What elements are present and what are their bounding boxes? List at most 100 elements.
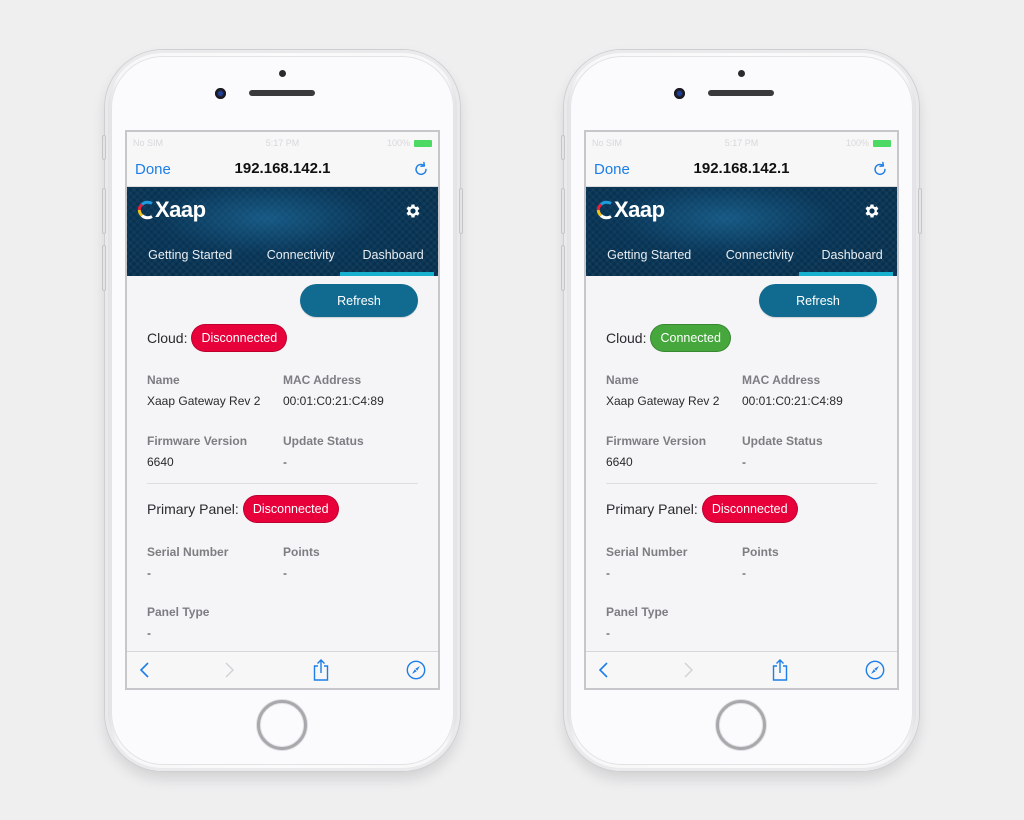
cloud-status-badge: Disconnected (191, 324, 288, 352)
battery-icon (873, 139, 891, 147)
gear-icon[interactable] (404, 202, 422, 220)
refresh-button[interactable]: Refresh (759, 284, 877, 317)
app-header: Xaap Getting Started Connectivity Dashbo… (127, 187, 438, 276)
done-button[interactable]: Done (135, 161, 171, 178)
status-bar: No SIM 5:17 PM 100% (586, 132, 897, 154)
home-button[interactable] (257, 700, 307, 750)
earpiece-speaker (249, 90, 315, 96)
chevron-right-icon[interactable] (678, 660, 698, 680)
carrier-label: No SIM (592, 138, 623, 148)
primary-panel-status-row: Primary Panel: Disconnected (147, 495, 339, 523)
serial-number-field: Serial Number - (606, 545, 687, 580)
field-label: Points (742, 545, 779, 559)
gateway-name-field: Name Xaap Gateway Rev 2 (147, 373, 260, 408)
field-value: - (742, 455, 746, 469)
reload-icon[interactable] (871, 160, 889, 178)
cloud-status-badge: Connected (650, 324, 731, 352)
field-value: 6640 (147, 455, 174, 469)
refresh-button[interactable]: Refresh (300, 284, 418, 317)
primary-panel-status-row: Primary Panel: Disconnected (606, 495, 798, 523)
update-status-field: Update Status - (283, 434, 364, 469)
field-label: Name (147, 373, 180, 387)
xaap-logo[interactable]: Xaap (594, 197, 665, 223)
dashboard-content: Refresh Cloud: Disconnected Name Xaap Ga… (127, 276, 438, 653)
tab-getting-started[interactable]: Getting Started (586, 240, 712, 276)
field-value: - (742, 566, 746, 580)
panel-type-field: Panel Type - (147, 605, 209, 640)
phone-screen: No SIM 5:17 PM 100% Done 192.168.142.1 X… (584, 130, 899, 690)
phone-mockup-right: No SIM 5:17 PM 100% Done 192.168.142.1 X… (561, 50, 922, 771)
primary-panel-status-badge: Disconnected (701, 495, 798, 523)
volume-down-button (102, 245, 106, 291)
section-divider (147, 483, 418, 484)
field-label: Firmware Version (147, 434, 248, 448)
chevron-left-icon[interactable] (135, 660, 155, 680)
gear-icon[interactable] (863, 202, 881, 220)
field-label: Update Status (742, 434, 823, 448)
tab-connectivity[interactable]: Connectivity (712, 240, 807, 276)
proximity-sensor (738, 70, 745, 77)
status-bar: No SIM 5:17 PM 100% (127, 132, 438, 154)
home-button[interactable] (716, 700, 766, 750)
volume-down-button (561, 245, 565, 291)
field-value: - (606, 626, 610, 640)
section-divider (606, 483, 877, 484)
battery-percent: 100% (845, 138, 869, 148)
battery-icon (414, 139, 432, 147)
compass-icon[interactable] (406, 660, 426, 680)
share-icon[interactable] (770, 658, 790, 682)
field-label: Serial Number (606, 545, 688, 559)
browser-nav-bar: Done 192.168.142.1 (127, 154, 438, 187)
field-label: MAC Address (742, 373, 821, 387)
front-camera (215, 88, 226, 99)
logo-text: Xaap (155, 197, 206, 222)
serial-number-field: Serial Number - (147, 545, 228, 580)
field-label: Firmware Version (606, 434, 707, 448)
app-tabs: Getting Started Connectivity Dashboard (586, 240, 897, 276)
field-value: Xaap Gateway Rev 2 (147, 394, 261, 408)
chevron-right-icon[interactable] (219, 660, 239, 680)
primary-panel-label: Primary Panel: (606, 501, 698, 517)
primary-panel-label: Primary Panel: (147, 501, 239, 517)
share-icon[interactable] (311, 658, 331, 682)
browser-toolbar (586, 651, 897, 688)
primary-panel-status-badge: Disconnected (242, 495, 339, 523)
field-label: Panel Type (606, 605, 669, 619)
url-label: 192.168.142.1 (234, 160, 331, 177)
power-button (459, 188, 463, 234)
points-field: Points - (283, 545, 320, 580)
firmware-version-field: Firmware Version 6640 (147, 434, 247, 469)
mac-address-field: MAC Address 00:01:C0:21:C4:89 (283, 373, 384, 408)
field-label: Update Status (283, 434, 364, 448)
mac-address-field: MAC Address 00:01:C0:21:C4:89 (742, 373, 843, 408)
browser-toolbar (127, 651, 438, 688)
mute-switch (102, 135, 106, 160)
front-camera (674, 88, 685, 99)
compass-icon[interactable] (865, 660, 885, 680)
field-label: Serial Number (147, 545, 229, 559)
tab-getting-started[interactable]: Getting Started (127, 240, 253, 276)
field-label: Panel Type (147, 605, 210, 619)
tab-dashboard[interactable]: Dashboard (799, 240, 897, 276)
earpiece-speaker (708, 90, 774, 96)
cloud-label: Cloud: (606, 330, 647, 346)
field-value: 00:01:C0:21:C4:89 (742, 394, 843, 408)
field-value: - (606, 566, 610, 580)
tab-dashboard[interactable]: Dashboard (340, 240, 438, 276)
tab-connectivity[interactable]: Connectivity (253, 240, 348, 276)
field-value: Xaap Gateway Rev 2 (606, 394, 720, 408)
app-header: Xaap Getting Started Connectivity Dashbo… (586, 187, 897, 276)
logo-text: Xaap (614, 197, 665, 222)
carrier-label: No SIM (133, 138, 164, 148)
gateway-name-field: Name Xaap Gateway Rev 2 (606, 373, 719, 408)
chevron-left-icon[interactable] (594, 660, 614, 680)
done-button[interactable]: Done (594, 161, 630, 178)
dashboard-content: Refresh Cloud: Connected Name Xaap Gatew… (586, 276, 897, 653)
field-label: MAC Address (283, 373, 362, 387)
update-status-field: Update Status - (742, 434, 823, 469)
volume-up-button (561, 188, 565, 234)
reload-icon[interactable] (412, 160, 430, 178)
xaap-logo[interactable]: Xaap (135, 197, 206, 223)
proximity-sensor (279, 70, 286, 77)
field-value: - (283, 566, 287, 580)
